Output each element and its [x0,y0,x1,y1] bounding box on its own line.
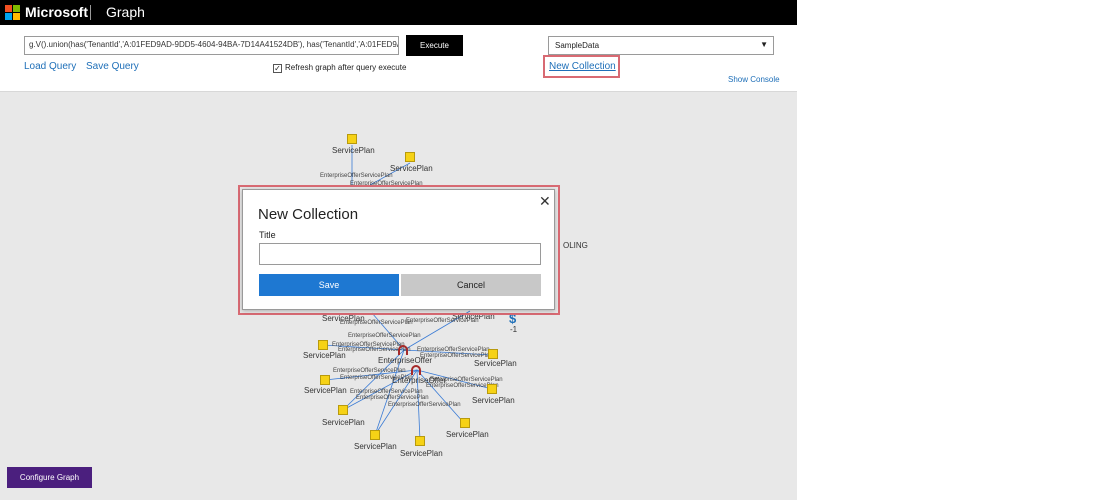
cancel-button[interactable]: Cancel [401,274,541,296]
save-button[interactable]: Save [259,274,399,296]
close-icon[interactable]: ✕ [539,194,551,208]
new-collection-dialog: New Collection ✕ Title Save Cancel [242,189,555,310]
title-input[interactable] [259,243,541,265]
title-field-label: Title [259,230,276,240]
configure-graph-button[interactable]: Configure Graph [7,467,92,488]
graph-explorer-app: Microsoft Graph g.V().union(has('TenantI… [0,0,797,500]
dialog-title: New Collection [258,206,359,223]
